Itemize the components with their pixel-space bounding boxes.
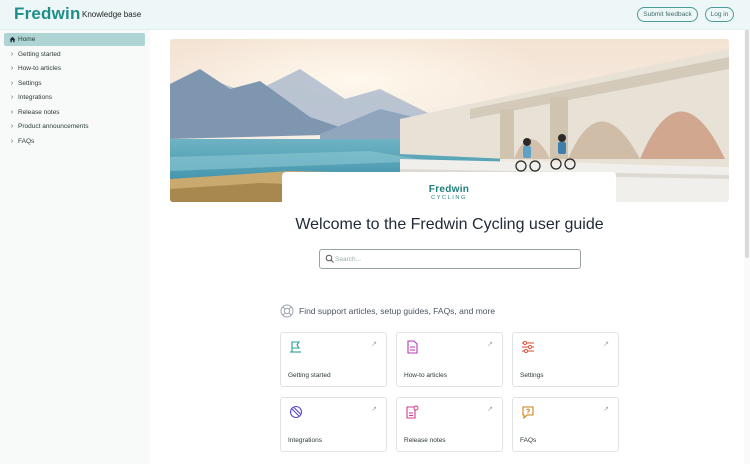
lifebuoy-icon <box>280 304 294 318</box>
sidebar: Home › Getting started › How-to articles… <box>0 30 150 464</box>
card-release-notes[interactable]: ↗ Release notes <box>396 397 503 452</box>
chevron-right-icon: › <box>10 65 14 72</box>
sidebar-item-label: Release notes <box>18 109 60 116</box>
sidebar-item-label: Product announcements <box>18 123 89 130</box>
card-getting-started[interactable]: ↗ Getting started <box>280 332 387 387</box>
sidebar-item-home[interactable]: Home <box>4 33 145 46</box>
cycling-logo-subtitle: CYCLING <box>431 195 467 201</box>
card-label: How-to articles <box>404 372 447 379</box>
card-integrations[interactable]: ↗ Integrations <box>280 397 387 452</box>
chevron-right-icon: › <box>10 123 14 130</box>
sidebar-item-release-notes[interactable]: › Release notes <box>4 106 145 119</box>
external-arrow-icon: ↗ <box>487 406 493 413</box>
search-icon <box>325 254 334 263</box>
external-arrow-icon: ↗ <box>487 341 493 348</box>
external-arrow-icon: ↗ <box>603 341 609 348</box>
page-title: Welcome to the Fredwin Cycling user guid… <box>295 216 604 233</box>
chevron-right-icon: › <box>10 51 14 58</box>
chevron-right-icon: › <box>10 109 14 116</box>
sidebar-item-label: FAQs <box>18 138 35 145</box>
sidebar-item-getting-started[interactable]: › Getting started <box>4 48 145 61</box>
brand-logo[interactable]: Fredwin <box>14 4 81 24</box>
card-how-to-articles[interactable]: ↗ How-to articles <box>396 332 503 387</box>
external-arrow-icon: ↗ <box>603 406 609 413</box>
flag-icon <box>290 341 301 353</box>
sliders-icon <box>522 340 534 354</box>
sidebar-item-label: Home <box>18 36 36 43</box>
notes-icon <box>406 405 419 419</box>
card-label: Release notes <box>404 437 446 444</box>
card-settings[interactable]: ↗ Settings <box>512 332 619 387</box>
external-arrow-icon: ↗ <box>371 341 377 348</box>
sidebar-item-product-announcements[interactable]: › Product announcements <box>4 120 145 133</box>
sidebar-item-integrations[interactable]: › Integrations <box>4 91 145 104</box>
submit-feedback-button[interactable]: Submit feedback <box>637 7 698 22</box>
document-icon <box>407 340 418 354</box>
chevron-right-icon: › <box>10 138 14 145</box>
chevron-right-icon: › <box>10 80 14 87</box>
card-label: Getting started <box>288 372 331 379</box>
brand-logo-card: Fredwin CYCLING <box>282 172 616 206</box>
chat-question-icon <box>522 406 534 419</box>
sidebar-item-settings[interactable]: › Settings <box>4 77 145 90</box>
scrollbar-thumb[interactable] <box>745 30 749 258</box>
link-icon <box>289 405 303 419</box>
page-scrollbar[interactable] <box>744 30 750 464</box>
search-input[interactable] <box>335 252 575 266</box>
sidebar-item-faqs[interactable]: › FAQs <box>4 135 145 148</box>
card-label: Integrations <box>288 437 322 444</box>
card-faqs[interactable]: ↗ FAQs <box>512 397 619 452</box>
card-label: Settings <box>520 372 544 379</box>
sidebar-item-label: Integrations <box>18 94 52 101</box>
brand-subtitle: Knowledge base <box>82 10 142 19</box>
cycling-logo: Fredwin <box>428 184 470 195</box>
top-header: Fredwin Knowledge base Submit feedback L… <box>0 0 750 30</box>
sidebar-item-label: How-to articles <box>18 65 61 72</box>
support-text: Find support articles, setup guides, FAQ… <box>299 306 496 316</box>
external-arrow-icon: ↗ <box>371 406 377 413</box>
sidebar-item-how-to-articles[interactable]: › How-to articles <box>4 62 145 75</box>
card-label: FAQs <box>520 437 537 444</box>
home-icon <box>8 33 16 46</box>
sidebar-item-label: Settings <box>18 80 42 87</box>
login-button[interactable]: Log in <box>705 7 734 22</box>
search-box[interactable] <box>319 249 581 269</box>
chevron-right-icon: › <box>10 94 14 101</box>
sidebar-item-label: Getting started <box>18 51 61 58</box>
